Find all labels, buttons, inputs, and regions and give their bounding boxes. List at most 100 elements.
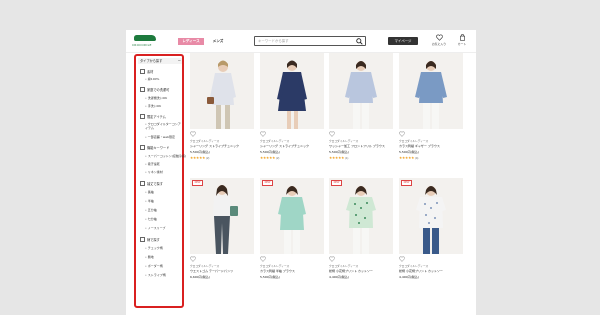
product-image[interactable]: [329, 53, 393, 129]
model-photo: [190, 178, 254, 254]
favorite-heart-icon[interactable]: [260, 131, 266, 137]
rating-stars: ★★★★★(2): [260, 156, 280, 160]
filter-category-sleeve[interactable]: 袖丈で探す: [140, 181, 163, 186]
filter-category-material[interactable]: 素材: [140, 69, 153, 74]
model-photo: [260, 178, 324, 254]
model-photo: [399, 178, 463, 254]
product-brand: クロコダイルレディース: [190, 264, 220, 268]
product-name[interactable]: シャーリング ストライプチュニック: [190, 144, 254, 148]
review-count: (2): [206, 157, 210, 160]
product-brand: クロコダイルレディース: [399, 264, 429, 268]
new-badge: NEW: [401, 180, 412, 186]
new-badge: NEW: [331, 180, 342, 186]
product-price: 4,400円(税込): [329, 275, 349, 279]
checkbox-icon[interactable]: [140, 87, 145, 92]
favorite-heart-icon[interactable]: [329, 131, 335, 137]
filter-item[interactable]: 一部店舗・web限定: [145, 135, 175, 139]
product-image[interactable]: NEW: [399, 178, 463, 254]
collapse-icon[interactable]: −: [178, 58, 181, 64]
product-image[interactable]: [260, 53, 324, 129]
filter-item[interactable]: 半袖: [145, 199, 154, 203]
product-name[interactable]: シャーリング ストライプチュニック: [260, 144, 324, 148]
filter-category-label: 袖丈で探す: [147, 182, 163, 186]
filter-category-label: 素材: [147, 70, 154, 74]
favorite-heart-icon[interactable]: [399, 256, 405, 262]
favorite-heart-icon[interactable]: [399, 131, 405, 137]
product-image[interactable]: [399, 53, 463, 129]
product-image[interactable]: NEW: [329, 178, 393, 254]
favorites-label: お気に入り: [432, 42, 446, 46]
filter-item[interactable]: 洗濯機洗いOK: [145, 96, 167, 100]
filter-item[interactable]: 吸汗速乾: [145, 162, 160, 166]
filter-item[interactable]: ノースリーブ: [145, 226, 166, 230]
filter-category-limited[interactable]: 限定アイテム: [140, 114, 166, 119]
checkbox-icon[interactable]: [140, 237, 145, 242]
filter-item[interactable]: 手洗いOK: [145, 104, 161, 108]
favorite-heart-icon[interactable]: [329, 256, 335, 262]
filter-item[interactable]: クロコダイルターコンアイテム: [145, 122, 181, 130]
filter-item[interactable]: 綿100%: [145, 77, 160, 81]
product-image[interactable]: NEW: [190, 178, 254, 254]
filter-category-washable[interactable]: 家庭での洗濯可: [140, 87, 169, 92]
brand-name: CROCODILE: [132, 43, 152, 47]
rating-stars: ★★★★★(4): [399, 156, 419, 160]
favorite-heart-icon[interactable]: [190, 256, 196, 262]
filter-category-label: 家庭での洗濯可: [147, 88, 170, 92]
rating-stars: ★★★★★(1): [329, 156, 349, 160]
crocodile-logo[interactable]: CROCODILE: [132, 34, 158, 48]
product-name[interactable]: ワッシャー加工 フロントフリル ブラウス: [329, 144, 393, 148]
search-icon[interactable]: [356, 38, 363, 45]
product-image[interactable]: [190, 53, 254, 129]
filter-item[interactable]: スーパーコットン(接触冷感): [145, 154, 186, 158]
browser-window: CROCODILE レディース メンズ マイページ お気に入り カート: [126, 30, 476, 315]
favorite-heart-icon[interactable]: [190, 131, 196, 137]
product-brand: クロコダイルレディース: [260, 139, 290, 143]
checkbox-icon[interactable]: [140, 114, 145, 119]
tab-women[interactable]: レディース: [178, 38, 204, 45]
product-image[interactable]: NEW: [260, 178, 324, 254]
favorites-button[interactable]: お気に入り: [429, 34, 449, 50]
filter-title-label: タイプから探す: [140, 59, 163, 63]
filter-sidebar: タイプから探す − 素材 綿100% 家庭での洗濯可 洗濯機洗いOK 手洗いOK…: [134, 54, 186, 308]
filter-item[interactable]: 七分袖: [145, 217, 157, 221]
site-header: CROCODILE レディース メンズ マイページ お気に入り カート: [126, 30, 476, 53]
filter-item[interactable]: リネン素材: [145, 170, 163, 174]
heart-icon: [435, 34, 443, 41]
checkbox-icon[interactable]: [140, 181, 145, 186]
filter-item[interactable]: ボーダー柄: [145, 264, 163, 268]
product-name[interactable]: カラス刺繍 半袖 ブラウス: [260, 269, 324, 273]
product-brand: クロコダイルレディース: [399, 139, 429, 143]
filter-item[interactable]: 五分袖: [145, 208, 157, 212]
model-photo: [260, 53, 324, 129]
checkbox-icon[interactable]: [140, 145, 145, 150]
cart-label: カート: [457, 42, 467, 46]
product-brand: クロコダイルレディース: [190, 139, 220, 143]
filter-item[interactable]: ストライプ柄: [145, 273, 166, 277]
product-name[interactable]: 総柄 小花柄プリント カットソー: [329, 269, 393, 273]
search-box[interactable]: [254, 36, 366, 46]
new-badge: NEW: [262, 180, 273, 186]
product-brand: クロコダイルレディース: [329, 264, 359, 268]
mypage-button[interactable]: マイページ: [388, 37, 418, 45]
search-input[interactable]: [258, 38, 348, 44]
product-name[interactable]: カラス刺繍 ギャザー ブラウス: [399, 144, 463, 148]
checkbox-icon[interactable]: [140, 69, 145, 74]
filter-title[interactable]: タイプから探す −: [138, 58, 182, 64]
product-price: 6,600円(税込): [190, 275, 210, 279]
product-name[interactable]: 総柄 小花柄プリント カットソー: [399, 269, 463, 273]
filter-category-label: 機能キーワード: [147, 146, 170, 150]
filter-item[interactable]: 無地: [145, 255, 154, 259]
filter-item[interactable]: チェック柄: [145, 246, 163, 250]
filter-category-function[interactable]: 機能キーワード: [140, 145, 169, 150]
product-price: 5,500円(税込): [260, 150, 280, 154]
product-price: 5,500円(税込): [190, 150, 210, 154]
product-name[interactable]: ウエストゴム テーパードパンツ: [190, 269, 254, 273]
rating-stars: ★★★★★(2): [190, 156, 210, 160]
favorite-heart-icon[interactable]: [260, 256, 266, 262]
filter-item[interactable]: 長袖: [145, 190, 154, 194]
filter-category-pattern[interactable]: 柄で探す: [140, 237, 160, 242]
filter-category-label: 限定アイテム: [147, 115, 166, 119]
tab-men[interactable]: メンズ: [210, 38, 226, 45]
cart-button[interactable]: カート: [452, 34, 472, 50]
model-photo: [190, 53, 254, 129]
